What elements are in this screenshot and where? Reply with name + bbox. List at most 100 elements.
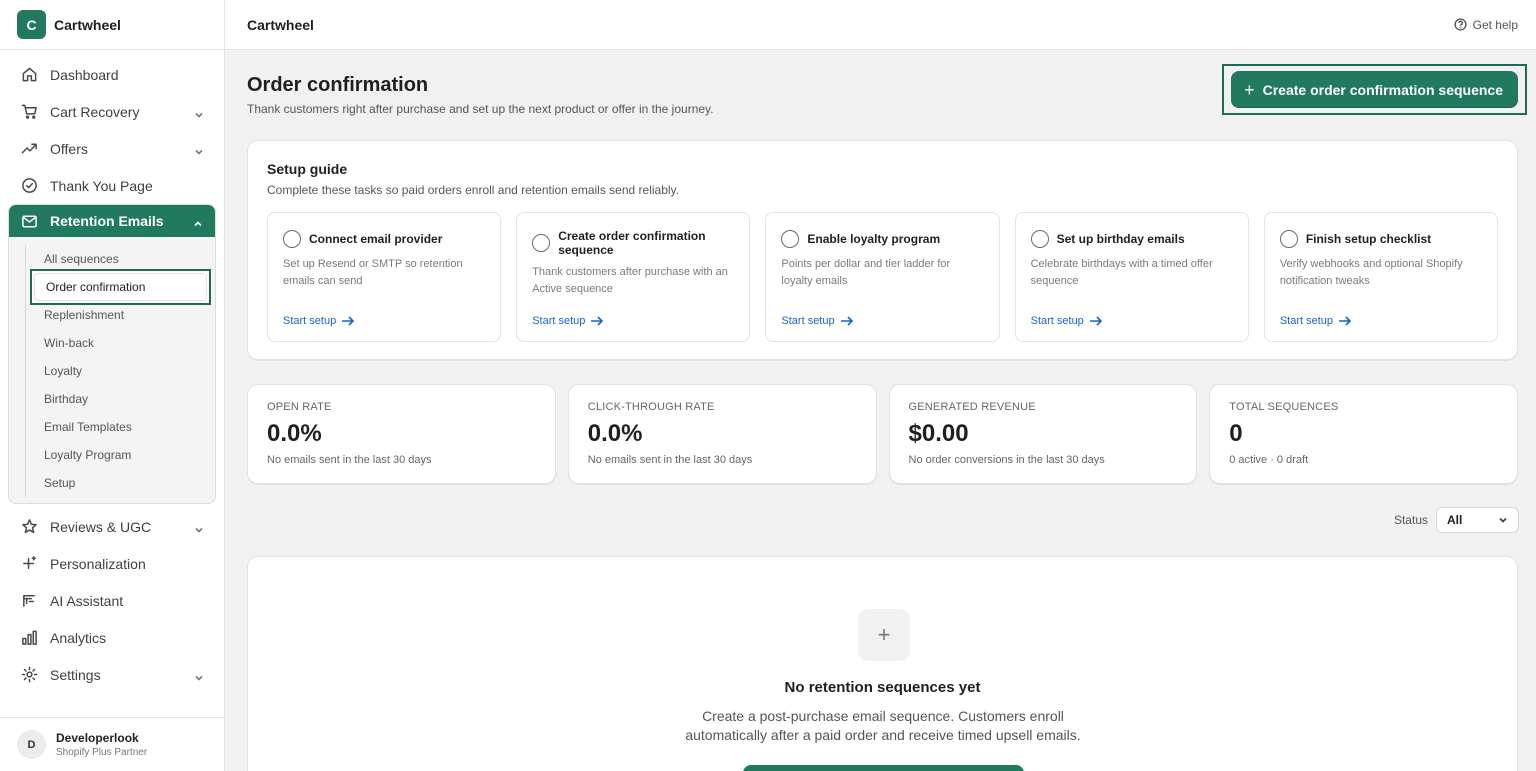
create-sequence-button[interactable]: + Create order confirmation sequence	[1231, 71, 1518, 108]
stat-label: CLICK-THROUGH RATE	[587, 401, 715, 413]
stat-note: No emails sent in the last 30 days	[267, 454, 432, 466]
task-desc: Points per dollar and tier ladder for lo…	[781, 258, 951, 287]
sidebar-subitem-win-back[interactable]: Win-back	[26, 329, 215, 357]
brand[interactable]: C Cartwheel	[0, 0, 224, 50]
task-title: Enable loyalty program	[807, 232, 941, 246]
page-subtitle: Thank customers right after purchase and…	[247, 102, 714, 116]
stat-label: GENERATED REVENUE	[908, 401, 1036, 413]
primary-button-focus-ring: + Create order confirmation sequence	[1222, 64, 1527, 115]
sidebar-item-label: Offers	[50, 140, 88, 157]
sidebar-item-label: AI Assistant	[50, 592, 124, 609]
task-checkbox[interactable]	[532, 234, 551, 252]
setup-task: Create order confirmation sequence Thank…	[516, 212, 751, 342]
task-desc: Verify webhooks and optional Shopify not…	[1279, 258, 1463, 287]
sidebar-item-dashboard[interactable]: Dashboard	[0, 56, 224, 93]
empty-state-title: No retention sequences yet	[784, 679, 981, 696]
chevron-up-icon	[193, 216, 203, 227]
sidebar-subitem-email-templates[interactable]: Email Templates	[26, 413, 215, 441]
topbar-title: Cartwheel	[247, 16, 314, 33]
sidebar-item-label: Thank You Page	[50, 177, 153, 194]
sidebar-item-personalization[interactable]: Personalization	[0, 545, 224, 582]
empty-state-create-button[interactable]	[743, 765, 1024, 771]
mail-icon	[21, 213, 38, 230]
status-select[interactable]: All	[1436, 507, 1519, 533]
sidebar-item-cart-recovery[interactable]: Cart Recovery	[0, 93, 224, 130]
trend-icon	[21, 140, 38, 157]
stat-card-total-sequences: TOTAL SEQUENCES 0 0 active · 0 draft	[1209, 384, 1518, 484]
sidebar-item-thank-you-page[interactable]: Thank You Page	[0, 167, 224, 204]
status-filter: Status All	[1394, 507, 1519, 533]
plus-icon: +	[1244, 79, 1255, 100]
sidebar-group-retention-emails: Retention Emails All sequences Order con…	[8, 204, 216, 504]
user-name: Developerlook	[56, 731, 139, 745]
start-setup-link[interactable]: Start setup	[1280, 315, 1352, 327]
stat-note: No order conversions in the last 30 days	[908, 454, 1105, 466]
check-circle-icon	[21, 177, 38, 194]
brand-name: Cartwheel	[54, 16, 121, 33]
sidebar-item-offers[interactable]: Offers	[0, 130, 224, 167]
sidebar-subitem-birthday[interactable]: Birthday	[26, 385, 215, 413]
stat-note: 0 active · 0 draft	[1229, 454, 1309, 466]
plus-icon: +	[858, 609, 910, 661]
task-desc: Set up Resend or SMTP so retention email…	[283, 258, 463, 287]
sidebar-nav: Dashboard Cart Recovery Offers Thank You…	[0, 50, 224, 693]
stat-card-generated-revenue: GENERATED REVENUE $0.00 No order convers…	[888, 384, 1198, 484]
sidebar-item-reviews-ugc[interactable]: Reviews & UGC	[0, 508, 224, 545]
task-checkbox[interactable]	[283, 230, 301, 248]
sidebar-item-analytics[interactable]: Analytics	[0, 619, 224, 656]
task-title: Create order confirmation sequence	[558, 229, 706, 257]
setup-task: Set up birthday emails Celebrate birthda…	[1014, 212, 1249, 342]
chevron-down-icon	[194, 670, 204, 681]
sidebar-item-label: Cart Recovery	[50, 103, 140, 120]
sidebar-subitem-loyalty[interactable]: Loyalty	[26, 357, 215, 385]
start-setup-link[interactable]: Start setup	[1031, 315, 1103, 327]
stat-value: 0	[1229, 420, 1243, 447]
sidebar-item-label: Dashboard	[50, 66, 119, 83]
setup-task: Enable loyalty program Points per dollar…	[765, 212, 1000, 342]
task-checkbox[interactable]	[781, 230, 800, 248]
chevron-down-icon	[194, 144, 204, 155]
task-title: Finish setup checklist	[1305, 232, 1432, 246]
stat-card-click-through-rate: CLICK-THROUGH RATE 0.0% No emails sent i…	[567, 384, 877, 484]
sidebar-subitem-loyalty-program[interactable]: Loyalty Program	[26, 441, 215, 469]
empty-state-desc: Create a post-purchase email sequence. C…	[685, 708, 1081, 743]
arrow-right-icon	[840, 316, 853, 326]
stat-label: OPEN RATE	[267, 401, 332, 413]
task-checkbox[interactable]	[1030, 230, 1049, 248]
start-setup-link[interactable]: Start setup	[283, 315, 355, 327]
ai-icon	[21, 592, 38, 609]
setup-task: Connect email provider Set up Resend or …	[267, 212, 502, 342]
arrow-right-icon	[591, 316, 604, 326]
help-icon	[1454, 18, 1467, 31]
brand-logo: C	[17, 10, 46, 39]
gear-icon	[21, 666, 38, 683]
start-setup-label: Start setup	[283, 315, 337, 327]
sidebar: C Cartwheel Dashboard Cart Recovery Offe…	[0, 0, 225, 771]
sidebar-item-retention-emails[interactable]: Retention Emails	[9, 205, 215, 237]
sidebar-group-label: Retention Emails	[50, 213, 164, 229]
avatar: D	[17, 730, 46, 759]
sidebar-item-label: Personalization	[50, 555, 146, 572]
sidebar-item-label: Analytics	[50, 629, 107, 646]
user-account[interactable]: D Developerlook Shopify Plus Partner	[0, 717, 224, 771]
task-desc: Celebrate birthdays with a timed offer s…	[1030, 258, 1213, 287]
stat-value: 0.0%	[267, 420, 322, 447]
setup-guide-card: Setup guide Complete these tasks so paid…	[247, 140, 1518, 360]
start-setup-link[interactable]: Start setup	[532, 315, 604, 327]
stat-value: $0.00	[908, 420, 969, 447]
home-icon	[21, 66, 38, 83]
sidebar-item-settings[interactable]: Settings	[0, 656, 224, 693]
topbar: Cartwheel Get help	[225, 0, 1536, 50]
task-checkbox[interactable]	[1279, 230, 1298, 248]
sidebar-subitem-order-confirmation[interactable]: Order confirmation	[30, 269, 211, 305]
get-help-link[interactable]: Get help	[1454, 18, 1518, 32]
stat-card-open-rate: OPEN RATE 0.0% No emails sent in the las…	[247, 384, 556, 484]
start-setup-link[interactable]: Start setup	[781, 315, 853, 327]
sidebar-item-ai-assistant[interactable]: AI Assistant	[0, 582, 224, 619]
sidebar-subitem-replenishment[interactable]: Replenishment	[26, 301, 215, 329]
create-sequence-label: Create order confirmation sequence	[1262, 81, 1503, 98]
sidebar-item-label: Reviews & UGC	[50, 518, 152, 535]
star-icon	[21, 518, 38, 535]
sidebar-subitem-setup[interactable]: Setup	[26, 469, 215, 497]
start-setup-label: Start setup	[532, 315, 586, 327]
